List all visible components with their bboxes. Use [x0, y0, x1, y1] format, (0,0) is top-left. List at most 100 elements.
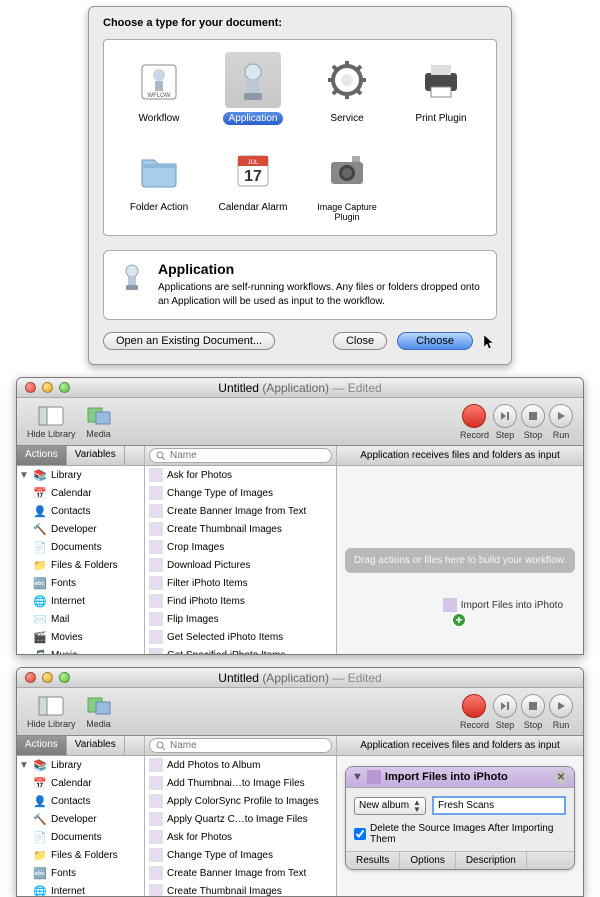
media-button[interactable]: Media: [86, 405, 112, 439]
library-sidebar: Actions Variables ▼📚Library 📅Calendar👤Co…: [17, 736, 145, 896]
dragging-action: Import Files into iPhoto: [443, 598, 563, 612]
sidebar-item[interactable]: 📅Calendar: [17, 774, 144, 792]
sidebar-item[interactable]: 🎵Music: [17, 646, 144, 654]
svg-text:JUL: JUL: [248, 160, 259, 166]
description-title: Application: [158, 261, 484, 277]
record-button[interactable]: Record: [460, 694, 489, 730]
description-tab[interactable]: Description: [456, 852, 527, 869]
sidebar-item[interactable]: 👤Contacts: [17, 792, 144, 810]
action-row[interactable]: Get Selected iPhoto Items: [145, 628, 336, 646]
search-icon: [156, 741, 166, 751]
hide-library-button[interactable]: Hide Library: [27, 405, 76, 439]
action-row[interactable]: Create Banner Image from Text: [145, 502, 336, 520]
record-button[interactable]: Record: [460, 404, 489, 440]
action-row[interactable]: Flip Images: [145, 610, 336, 628]
actions-tab[interactable]: Actions: [17, 736, 67, 755]
automator-window-1: Untitled (Application) — Edited Hide Lib…: [16, 377, 584, 655]
stop-button[interactable]: Stop: [521, 404, 545, 440]
action-row[interactable]: Apply ColorSync Profile to Images: [145, 792, 336, 810]
action-row[interactable]: Get Specified iPhoto Items: [145, 646, 336, 654]
sidebar-item[interactable]: 👤Contacts: [17, 502, 144, 520]
action-row[interactable]: Create Thumbnail Images: [145, 520, 336, 538]
variables-tab[interactable]: Variables: [67, 736, 125, 755]
disclosure-icon[interactable]: ▼: [352, 771, 363, 783]
titlebar: Untitled (Application) — Edited: [17, 378, 583, 398]
run-button[interactable]: Run: [549, 404, 573, 440]
search-input[interactable]: [170, 740, 325, 751]
iphoto-icon: [367, 770, 381, 784]
sidebar-item[interactable]: 🔨Developer: [17, 520, 144, 538]
sidebar-item[interactable]: 🎬Movies: [17, 628, 144, 646]
action-card-import-files: ▼ Import Files into iPhoto ✕ New album ▲…: [345, 766, 575, 870]
type-print-plugin[interactable]: Print Plugin: [394, 50, 488, 127]
printer-icon: [413, 52, 469, 108]
workflow-drop-zone[interactable]: ▼ Import Files into iPhoto ✕ New album ▲…: [337, 756, 583, 896]
type-application[interactable]: Application: [206, 50, 300, 127]
open-existing-button[interactable]: Open an Existing Document...: [103, 332, 275, 350]
choose-button[interactable]: Choose: [397, 332, 473, 350]
workflow-icon: WFLOW: [131, 52, 187, 108]
action-row[interactable]: Change Type of Images: [145, 846, 336, 864]
description-body: Applications are self-running workflows.…: [158, 281, 484, 309]
action-row[interactable]: Add Photos to Album: [145, 756, 336, 774]
close-button[interactable]: Close: [333, 332, 387, 350]
type-image-capture-plugin[interactable]: Image Capture Plugin: [300, 139, 394, 225]
camera-icon: [319, 141, 375, 197]
type-calendar-alarm[interactable]: JUL17 Calendar Alarm: [206, 139, 300, 225]
search-field[interactable]: [149, 448, 332, 463]
plus-badge-icon: +: [451, 612, 467, 628]
sidebar-item[interactable]: 🔤Fonts: [17, 574, 144, 592]
action-row[interactable]: Find iPhoto Items: [145, 592, 336, 610]
delete-source-label: Delete the Source Images After Importing…: [370, 823, 566, 845]
library-sidebar: Actions Variables ▼📚Library 📅Calendar👤Co…: [17, 446, 145, 654]
action-row[interactable]: Crop Images: [145, 538, 336, 556]
sidebar-item[interactable]: 📅Calendar: [17, 484, 144, 502]
sidebar-item[interactable]: 📄Documents: [17, 828, 144, 846]
variables-tab[interactable]: Variables: [67, 446, 125, 465]
delete-source-checkbox[interactable]: [354, 828, 366, 840]
sidebar-item[interactable]: 🔨Developer: [17, 810, 144, 828]
svg-text:17: 17: [244, 168, 262, 185]
search-input[interactable]: [170, 450, 325, 461]
sidebar-item[interactable]: ✉️Mail: [17, 610, 144, 628]
album-name-input[interactable]: [432, 796, 566, 815]
action-row[interactable]: Add Thumbnai…to Image Files: [145, 774, 336, 792]
toolbar: Hide Library Media Record Step Stop Run: [17, 688, 583, 736]
stop-button[interactable]: Stop: [521, 694, 545, 730]
action-card-title: Import Files into iPhoto: [385, 771, 508, 783]
library-header[interactable]: ▼📚Library: [17, 466, 144, 484]
workflow-drop-zone[interactable]: Drag actions or files here to build your…: [337, 466, 583, 654]
type-folder-action[interactable]: Folder Action: [112, 139, 206, 225]
workflow-input-label: Application receives files and folders a…: [337, 736, 583, 756]
album-select[interactable]: New album ▲▼: [354, 797, 426, 815]
dialog-title: Choose a type for your document:: [103, 17, 497, 29]
media-button[interactable]: Media: [86, 695, 112, 729]
action-card-footer: Results Options Description: [346, 851, 574, 869]
action-row[interactable]: Ask for Photos: [145, 466, 336, 484]
action-row[interactable]: Ask for Photos: [145, 828, 336, 846]
run-button[interactable]: Run: [549, 694, 573, 730]
actions-tab[interactable]: Actions: [17, 446, 67, 465]
svg-text:WFLOW: WFLOW: [148, 93, 171, 99]
action-row[interactable]: Filter iPhoto Items: [145, 574, 336, 592]
action-row[interactable]: Change Type of Images: [145, 484, 336, 502]
type-service[interactable]: Service: [300, 50, 394, 127]
workflow-area: Application receives files and folders a…: [337, 446, 583, 654]
sidebar-item[interactable]: 📄Documents: [17, 538, 144, 556]
action-row[interactable]: Create Banner Image from Text: [145, 864, 336, 882]
hide-library-button[interactable]: Hide Library: [27, 695, 76, 729]
sidebar-item[interactable]: 📁Files & Folders: [17, 556, 144, 574]
step-button[interactable]: Step: [493, 694, 517, 730]
sidebar-item[interactable]: 🔤Fonts: [17, 864, 144, 882]
sidebar-item[interactable]: 📁Files & Folders: [17, 846, 144, 864]
options-tab[interactable]: Options: [400, 852, 455, 869]
action-row[interactable]: Apply Quartz C…to Image Files: [145, 810, 336, 828]
remove-action-button[interactable]: ✕: [554, 770, 568, 784]
library-header[interactable]: ▼📚Library: [17, 756, 144, 774]
step-button[interactable]: Step: [493, 404, 517, 440]
type-workflow[interactable]: WFLOW Workflow: [112, 50, 206, 127]
search-field[interactable]: [149, 738, 332, 753]
sidebar-item[interactable]: 🌐Internet: [17, 592, 144, 610]
results-tab[interactable]: Results: [346, 852, 400, 869]
action-row[interactable]: Download Pictures: [145, 556, 336, 574]
